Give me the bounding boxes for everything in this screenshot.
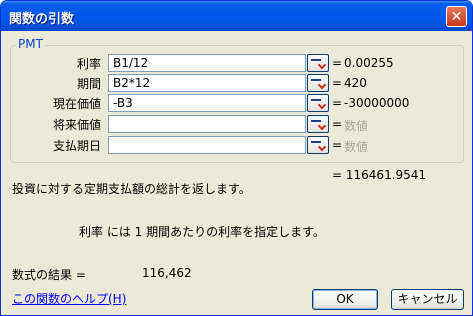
future-value-input[interactable] [108, 115, 306, 133]
payment-type-input[interactable] [108, 136, 306, 154]
equals-sign: = [332, 138, 343, 152]
function-name-label: PMT [16, 37, 45, 51]
future-value-collapse-button[interactable] [307, 115, 329, 133]
arg-label-payment-type: 支払期日 [52, 139, 101, 153]
periods-result: 420 [344, 76, 367, 90]
periods-input[interactable]: B2*12 [108, 74, 306, 92]
arg-label-rate: 利率 [76, 57, 101, 71]
arg-label-periods: 期間 [76, 77, 101, 91]
title-bar[interactable]: 関数の引数 ✕ [1, 1, 472, 31]
function-arguments-dialog: 関数の引数 ✕ PMT 利率 B1/12 = 0.00255 期間 B2*12 … [0, 0, 473, 316]
equals-sign: = [332, 96, 343, 110]
close-icon: ✕ [450, 8, 463, 25]
payment-type-collapse-button[interactable] [307, 136, 329, 154]
function-help-link[interactable]: この関数のヘルプ(H) [12, 290, 126, 307]
equals-sign: = [332, 76, 343, 90]
function-total-result: = 116461.9541 [332, 168, 427, 182]
formula-result-value: 116,462 [142, 266, 192, 280]
present-value-collapse-button[interactable] [307, 94, 329, 112]
present-value-result: -30000000 [344, 96, 410, 110]
rate-input[interactable]: B1/12 [108, 54, 306, 72]
equals-sign: = [332, 117, 343, 131]
arg-label-present-value: 現在価値 [52, 97, 101, 111]
present-value-input[interactable]: -B3 [108, 94, 306, 112]
formula-result-label: 数式の結果 = [12, 268, 86, 282]
cancel-button[interactable]: キャンセル [391, 289, 464, 310]
arg-label-future-value: 将来価値 [52, 118, 101, 132]
ok-button[interactable]: OK [312, 289, 378, 310]
dialog-title: 関数の引数 [9, 12, 75, 27]
payment-type-result: 数値 [344, 140, 369, 154]
rate-collapse-button[interactable] [307, 54, 329, 72]
rate-result: 0.00255 [344, 56, 394, 70]
function-description: 投資に対する定期支払額の総計を返します。 [12, 182, 251, 196]
equals-sign: = [332, 56, 343, 70]
periods-collapse-button[interactable] [307, 74, 329, 92]
future-value-result: 数値 [344, 119, 369, 133]
close-button[interactable]: ✕ [446, 6, 467, 27]
argument-help-text: 利率 には 1 期間あたりの利率を指定します。 [79, 225, 325, 239]
